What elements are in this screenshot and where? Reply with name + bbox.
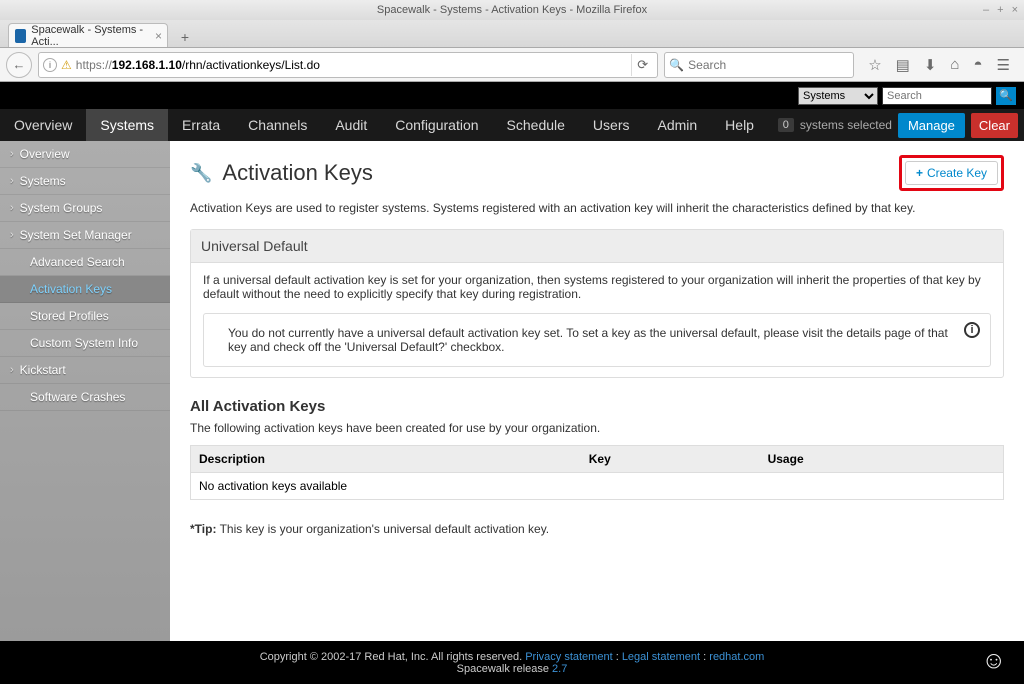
os-window-title: Spacewalk - Systems - Activation Keys - … xyxy=(377,4,647,16)
tab-close-icon[interactable]: × xyxy=(155,29,162,43)
table-row-empty: No activation keys available xyxy=(191,473,1004,500)
universal-default-info: You do not currently have a universal de… xyxy=(203,313,991,367)
browser-tab-strip: Spacewalk - Systems - Acti... × + xyxy=(0,20,1024,48)
universal-default-panel: Universal Default If a universal default… xyxy=(190,229,1004,378)
create-key-button[interactable]: + Create Key xyxy=(905,161,998,185)
page-intro: Activation Keys are used to register sys… xyxy=(190,201,1004,215)
col-description: Description xyxy=(191,446,581,473)
context-select[interactable]: Systems xyxy=(798,87,878,105)
address-bar[interactable]: i ⚠ https:// 192.168.1.10 ⟳ xyxy=(38,52,658,78)
sidebar-item-activation-keys[interactable]: Activation Keys xyxy=(0,276,170,303)
lock-warning-icon: ⚠ xyxy=(61,58,72,72)
clear-button[interactable]: Clear xyxy=(971,113,1018,138)
search-icon: 🔍 xyxy=(669,58,684,72)
sidebar-item-stored-profiles[interactable]: Stored Profiles xyxy=(0,303,170,330)
legal-link[interactable]: Legal statement xyxy=(622,651,700,663)
privacy-link[interactable]: Privacy statement xyxy=(525,651,612,663)
universal-default-heading: Universal Default xyxy=(191,230,1003,263)
nav-schedule[interactable]: Schedule xyxy=(493,109,579,141)
tab-title: Spacewalk - Systems - Acti... xyxy=(31,24,145,48)
footer: Copyright © 2002-17 Red Hat, Inc. All ri… xyxy=(0,641,1024,684)
main-nav: Overview Systems Errata Channels Audit C… xyxy=(0,109,1024,141)
empty-msg: No activation keys available xyxy=(191,473,1004,500)
systems-selected-count: 0 xyxy=(778,118,794,132)
window-maximize-icon[interactable]: + xyxy=(997,4,1003,16)
col-usage: Usage xyxy=(760,446,1004,473)
content-area: 🔧 Activation Keys + Create Key Activatio… xyxy=(170,141,1024,641)
nav-admin[interactable]: Admin xyxy=(643,109,711,141)
spacewalk-mascot-icon: ☺ xyxy=(981,647,1006,675)
info-url-icon[interactable]: i xyxy=(43,58,57,72)
menu-icon[interactable]: ☰ xyxy=(997,56,1010,74)
browser-toolbar: ← i ⚠ https:// 192.168.1.10 ⟳ 🔍 ☆ ▤ ⬇ ⌂ … xyxy=(0,48,1024,82)
sidebar-item-systems[interactable]: Systems xyxy=(0,168,170,195)
col-key: Key xyxy=(581,446,760,473)
release-version[interactable]: 2.7 xyxy=(552,663,567,675)
bookmark-star-icon[interactable]: ☆ xyxy=(868,56,881,74)
app-header: Systems 🔍 xyxy=(0,82,1024,109)
reload-icon[interactable]: ⟳ xyxy=(631,54,653,76)
sidebar-item-advanced-search[interactable]: Advanced Search xyxy=(0,249,170,276)
url-host: 192.168.1.10 xyxy=(112,58,182,72)
nav-help[interactable]: Help xyxy=(711,109,768,141)
window-minimize-icon[interactable]: – xyxy=(983,4,989,16)
nav-audit[interactable]: Audit xyxy=(321,109,381,141)
tip-text: *Tip: This key is your organization's un… xyxy=(190,522,1004,536)
nav-errata[interactable]: Errata xyxy=(168,109,234,141)
redhat-link[interactable]: redhat.com xyxy=(709,651,764,663)
sidebar: Overview Systems System Groups System Se… xyxy=(0,141,170,641)
back-button[interactable]: ← xyxy=(6,52,32,78)
release-label: Spacewalk release xyxy=(457,663,552,675)
info-icon: i xyxy=(964,322,980,338)
home-icon[interactable]: ⌂ xyxy=(950,56,959,73)
nav-systems[interactable]: Systems xyxy=(86,109,168,141)
url-path[interactable] xyxy=(182,58,631,72)
all-keys-heading: All Activation Keys xyxy=(190,398,1004,415)
key-icon: 🔧 xyxy=(190,163,212,184)
plus-icon: + xyxy=(916,166,923,180)
pocket-icon[interactable]: ◓ xyxy=(973,56,982,73)
sidebar-item-system-groups[interactable]: System Groups xyxy=(0,195,170,222)
header-search-input[interactable] xyxy=(882,87,992,105)
header-search-button[interactable]: 🔍 xyxy=(996,87,1016,105)
app-logo xyxy=(12,85,192,105)
nav-overview[interactable]: Overview xyxy=(0,109,86,141)
nav-configuration[interactable]: Configuration xyxy=(381,109,492,141)
os-titlebar: Spacewalk - Systems - Activation Keys - … xyxy=(0,0,1024,20)
sidebar-item-ssm[interactable]: System Set Manager xyxy=(0,222,170,249)
browser-search-input[interactable] xyxy=(688,58,849,72)
sidebar-item-software-crashes[interactable]: Software Crashes xyxy=(0,384,170,411)
all-keys-desc: The following activation keys have been … xyxy=(190,421,1004,435)
systems-selected-label: systems selected xyxy=(800,118,892,132)
favicon-icon xyxy=(15,29,26,43)
new-tab-button[interactable]: + xyxy=(174,27,196,47)
sidebar-item-kickstart[interactable]: Kickstart xyxy=(0,357,170,384)
nav-users[interactable]: Users xyxy=(579,109,644,141)
copyright: Copyright © 2002-17 Red Hat, Inc. All ri… xyxy=(260,651,526,663)
nav-channels[interactable]: Channels xyxy=(234,109,321,141)
universal-default-desc: If a universal default activation key is… xyxy=(203,273,991,301)
activation-keys-table: Description Key Usage No activation keys… xyxy=(190,445,1004,500)
sidebar-item-overview[interactable]: Overview xyxy=(0,141,170,168)
save-page-icon[interactable]: ▤ xyxy=(896,56,910,74)
browser-search[interactable]: 🔍 xyxy=(664,52,854,78)
manage-button[interactable]: Manage xyxy=(898,113,965,138)
create-key-highlight: + Create Key xyxy=(899,155,1004,191)
page-title: 🔧 Activation Keys xyxy=(190,160,373,186)
window-close-icon[interactable]: × xyxy=(1012,4,1018,16)
browser-tab[interactable]: Spacewalk - Systems - Acti... × xyxy=(8,23,168,47)
sidebar-item-custom-system-info[interactable]: Custom System Info xyxy=(0,330,170,357)
downloads-icon[interactable]: ⬇ xyxy=(924,56,937,74)
